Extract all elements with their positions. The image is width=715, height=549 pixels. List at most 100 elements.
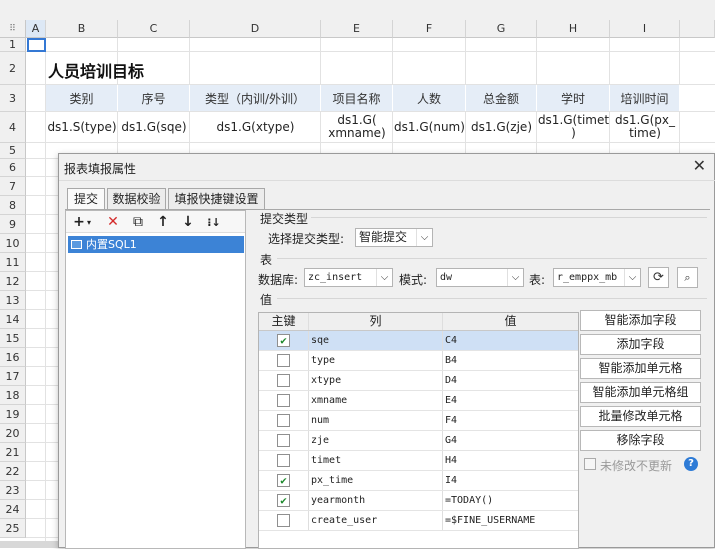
data-cell[interactable]: ds1.G( xmname) <box>321 112 393 142</box>
table-row[interactable]: xtype D4 <box>259 371 578 391</box>
tab-data-validation[interactable]: 数据校验 <box>107 188 166 209</box>
sort-down-icon[interactable]: ⁝↓ <box>205 213 223 231</box>
tab-submit[interactable]: 提交 <box>67 188 105 210</box>
column-header-e[interactable]: E <box>321 20 393 38</box>
remove-field-button[interactable]: 移除字段 <box>580 430 701 451</box>
row-header-4[interactable]: 4 <box>0 112 26 143</box>
primary-key-checkbox[interactable] <box>277 454 290 467</box>
data-cell[interactable]: ds1.G(zje) <box>466 112 537 142</box>
table-row[interactable]: ✔ yearmonth =TODAY() <box>259 491 578 511</box>
data-cell[interactable]: ds1.G(sqe) <box>118 112 190 142</box>
select-all-corner[interactable]: ⠿ <box>0 20 26 38</box>
row-header-14[interactable]: 14 <box>0 310 26 329</box>
column-cell[interactable]: yearmonth <box>309 491 443 510</box>
row-header-16[interactable]: 16 <box>0 348 26 367</box>
schema-select[interactable]: dw ⌵ <box>436 268 524 287</box>
primary-key-checkbox[interactable]: ✔ <box>277 334 290 347</box>
row-header-3[interactable]: 3 <box>0 85 26 112</box>
panel-splitter[interactable] <box>249 210 253 549</box>
row-header-7[interactable]: 7 <box>0 177 26 196</box>
header-cell[interactable]: 类别 <box>46 85 118 111</box>
preview-search-icon[interactable]: ⌕ <box>677 267 698 288</box>
column-cell[interactable]: timet <box>309 451 443 470</box>
column-header-i[interactable]: I <box>610 20 680 38</box>
help-icon[interactable]: ? <box>684 457 698 471</box>
table-row[interactable]: type B4 <box>259 351 578 371</box>
row-header-20[interactable]: 20 <box>0 424 26 443</box>
primary-key-checkbox[interactable]: ✔ <box>277 474 290 487</box>
row-header-6[interactable]: 6 <box>0 159 26 177</box>
row-header-10[interactable]: 10 <box>0 234 26 253</box>
data-cell[interactable]: ds1.G(px_ time) <box>610 112 680 142</box>
row-header-18[interactable]: 18 <box>0 386 26 405</box>
data-cell[interactable]: ds1.S(type) <box>46 112 118 142</box>
table-row[interactable]: xmname E4 <box>259 391 578 411</box>
header-cell[interactable]: 总金额 <box>466 85 537 111</box>
column-header-c[interactable]: C <box>118 20 190 38</box>
column-header-d[interactable]: D <box>190 20 321 38</box>
refresh-icon[interactable]: ⟳ <box>648 267 669 288</box>
move-down-icon[interactable]: ↓ <box>179 213 197 231</box>
row-header-15[interactable]: 15 <box>0 329 26 348</box>
table-row[interactable]: create_user =$FINE_USERNAME <box>259 511 578 531</box>
column-cell[interactable]: num <box>309 411 443 430</box>
header-cell[interactable]: 序号 <box>118 85 190 111</box>
column-cell[interactable]: xmname <box>309 391 443 410</box>
delete-icon[interactable]: ✕ <box>104 213 122 231</box>
header-cell[interactable]: 人数 <box>393 85 466 111</box>
table-row[interactable]: ✔ px_time I4 <box>259 471 578 491</box>
column-cell[interactable]: px_time <box>309 471 443 490</box>
row-header-12[interactable]: 12 <box>0 272 26 291</box>
close-icon[interactable]: ✕ <box>693 156 706 176</box>
column-header-h[interactable]: H <box>537 20 610 38</box>
column-header-a[interactable]: A <box>26 20 46 38</box>
primary-key-checkbox[interactable] <box>277 374 290 387</box>
table-row[interactable]: zje G4 <box>259 431 578 451</box>
primary-key-checkbox[interactable] <box>277 414 290 427</box>
column-cell[interactable]: zje <box>309 431 443 450</box>
add-field-button[interactable]: 添加字段 <box>580 334 701 355</box>
value-cell[interactable]: E4 <box>443 391 578 410</box>
value-cell[interactable]: =TODAY() <box>443 491 578 510</box>
header-cell[interactable]: 类型（内训/外训） <box>190 85 321 111</box>
table-row[interactable]: ✔ sqe C4 <box>259 331 578 351</box>
row-header-22[interactable]: 22 <box>0 462 26 481</box>
column-header-b[interactable]: B <box>46 20 118 38</box>
value-cell[interactable]: I4 <box>443 471 578 490</box>
row-header-8[interactable]: 8 <box>0 196 26 215</box>
column-cell[interactable]: type <box>309 351 443 370</box>
row-header-21[interactable]: 21 <box>0 443 26 462</box>
row-header-23[interactable]: 23 <box>0 481 26 500</box>
value-cell[interactable]: F4 <box>443 411 578 430</box>
primary-key-checkbox[interactable] <box>277 394 290 407</box>
row-header-13[interactable]: 13 <box>0 291 26 310</box>
header-cell[interactable]: 培训时间 <box>610 85 680 111</box>
batch-edit-cells-button[interactable]: 批量修改单元格 <box>580 406 701 427</box>
horizontal-scrollbar[interactable] <box>0 541 60 548</box>
data-cell[interactable]: ds1.G(num) <box>393 112 466 142</box>
value-cell[interactable]: =$FINE_USERNAME <box>443 511 578 530</box>
value-cell[interactable]: G4 <box>443 431 578 450</box>
row-header-17[interactable]: 17 <box>0 367 26 386</box>
cell-selection-a1[interactable] <box>27 38 46 52</box>
row-header-19[interactable]: 19 <box>0 405 26 424</box>
row-header-9[interactable]: 9 <box>0 215 26 234</box>
primary-key-checkbox[interactable] <box>277 434 290 447</box>
row-header-11[interactable]: 11 <box>0 253 26 272</box>
table-select[interactable]: r_emppx_mb ⌵ <box>553 268 641 287</box>
column-cell[interactable]: sqe <box>309 331 443 350</box>
primary-key-checkbox[interactable] <box>277 354 290 367</box>
header-cell[interactable]: 项目名称 <box>321 85 393 111</box>
add-dropdown-icon[interactable]: ▾ <box>85 213 93 231</box>
column-cell[interactable]: create_user <box>309 511 443 530</box>
smart-add-cell-group-button[interactable]: 智能添加单元格组 <box>580 382 701 403</box>
primary-key-checkbox[interactable]: ✔ <box>277 494 290 507</box>
column-header-key[interactable]: 主键 <box>259 313 309 330</box>
no-update-checkbox[interactable] <box>584 458 596 470</box>
smart-add-fields-button[interactable]: 智能添加字段 <box>580 310 701 331</box>
table-row[interactable]: num F4 <box>259 411 578 431</box>
column-header-f[interactable]: F <box>393 20 466 38</box>
row-header-1[interactable]: 1 <box>0 38 26 52</box>
column-header-column[interactable]: 列 <box>309 313 443 330</box>
column-header-g[interactable]: G <box>466 20 537 38</box>
